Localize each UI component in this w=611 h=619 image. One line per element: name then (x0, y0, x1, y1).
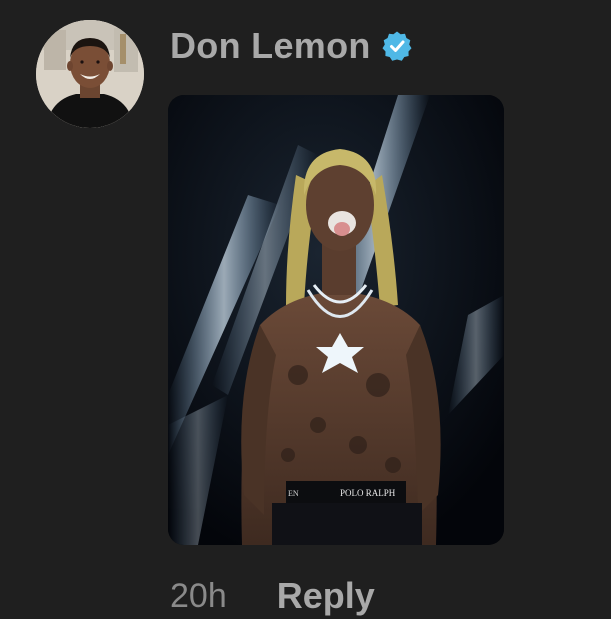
photo-content: EN POLO RALPH (168, 95, 504, 545)
avatar-image (36, 20, 144, 128)
comment-meta-row: 20h Reply (170, 574, 375, 618)
attached-photo[interactable]: EN POLO RALPH (168, 95, 504, 545)
timestamp: 20h (170, 576, 227, 615)
username[interactable]: Don Lemon (170, 25, 371, 67)
waistband-text: POLO RALPH (340, 488, 396, 498)
comment-item: Don Lemon EN POLO RALPH 20h Reply (0, 0, 611, 619)
avatar[interactable] (36, 20, 144, 128)
waistband-prefix: EN (288, 489, 299, 498)
verified-badge-icon (382, 31, 412, 61)
username-row: Don Lemon (170, 24, 413, 68)
reply-button[interactable]: Reply (277, 575, 375, 617)
